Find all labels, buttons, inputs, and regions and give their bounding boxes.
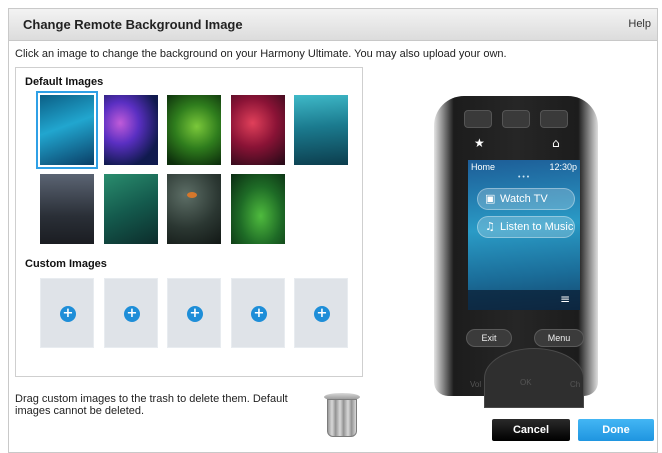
remote-exit-key: Exit (466, 329, 512, 347)
add-icon: + (314, 306, 330, 322)
default-image-3[interactable] (167, 95, 221, 165)
remote-vol-label: Vol (470, 380, 482, 389)
remote-status-home: Home (471, 162, 496, 172)
remote-status-time: 12:30p (549, 162, 577, 172)
activity-watch-tv: ▣ Watch TV (477, 188, 575, 210)
music-icon: ♫ (485, 220, 495, 233)
home-icon: ⌂ (552, 136, 560, 150)
default-image-7[interactable] (104, 174, 158, 244)
default-image-4[interactable] (231, 95, 285, 165)
default-image-5[interactable] (294, 95, 348, 165)
remote-stop-button (540, 110, 568, 128)
activity-listen-music: ♫ Listen to Music (477, 216, 575, 238)
custom-image-slot-2[interactable]: + (104, 278, 158, 348)
activity-label: Watch TV (500, 193, 548, 205)
menu-icon: ≡ (559, 292, 570, 306)
custom-images-label: Custom Images (25, 258, 107, 270)
cancel-button[interactable]: Cancel (492, 419, 570, 441)
remote-dpad (484, 348, 584, 408)
delete-instructions: Drag custom images to the trash to delet… (15, 393, 288, 417)
default-image-6[interactable] (40, 174, 94, 244)
remote-menu-key: Menu (534, 329, 584, 347)
images-panel: Default Images Custom Images + + + + + (15, 67, 363, 377)
instructions-text: Click an image to change the background … (15, 48, 507, 60)
remote-screen-footer: ≡ (468, 290, 580, 310)
default-image-2[interactable] (104, 95, 158, 165)
remote-ch-label: Ch (570, 380, 581, 389)
custom-image-slot-4[interactable]: + (231, 278, 285, 348)
trash-icon[interactable] (320, 393, 364, 439)
add-icon: + (124, 306, 140, 322)
add-icon: + (60, 306, 76, 322)
trash-body (327, 399, 357, 437)
help-link[interactable]: Help (628, 18, 651, 30)
custom-image-slot-3[interactable]: + (167, 278, 221, 348)
dialog-title: Change Remote Background Image (23, 17, 243, 32)
dialog-titlebar: Change Remote Background Image Help (9, 9, 657, 41)
default-image-1[interactable] (36, 91, 98, 169)
custom-image-slot-1[interactable]: + (40, 278, 94, 348)
default-image-9[interactable] (231, 174, 285, 244)
remote-ok-label: OK (520, 378, 532, 387)
custom-image-slot-5[interactable]: + (294, 278, 348, 348)
activity-label: Listen to Music (500, 221, 574, 233)
remote-status-bar: Home 12:30p (468, 160, 580, 174)
star-icon: ★ (474, 136, 485, 150)
add-icon: + (187, 306, 203, 322)
remote-screen: Home 12:30p • • • ▣ Watch TV ♫ Listen to… (468, 160, 580, 310)
remote-record-button (464, 110, 492, 128)
remote-top-buttons (450, 110, 582, 132)
add-icon: + (251, 306, 267, 322)
remote-pause-button (502, 110, 530, 128)
default-images-label: Default Images (25, 76, 104, 88)
default-image-8[interactable] (167, 174, 221, 244)
tv-icon: ▣ (485, 192, 496, 205)
page-indicator: • • • (518, 174, 530, 181)
done-button[interactable]: Done (578, 419, 654, 441)
